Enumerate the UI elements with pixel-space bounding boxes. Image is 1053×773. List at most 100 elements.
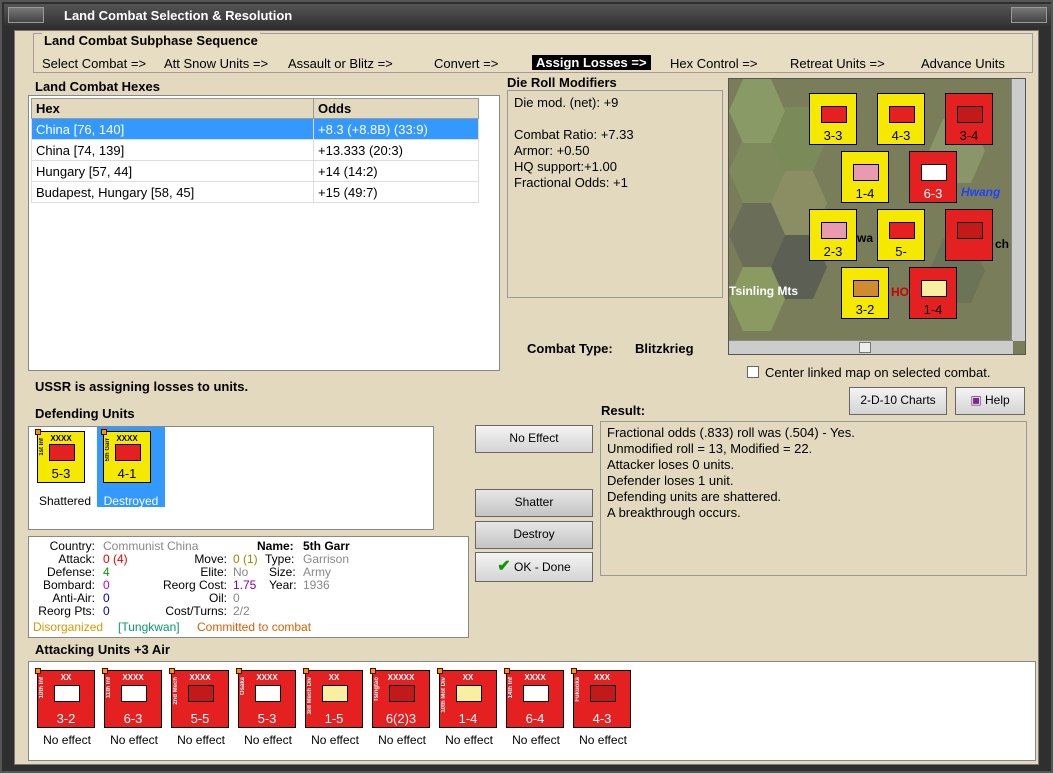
unit-name: 3rd Mech Div — [307, 677, 313, 715]
modifier-line: Die mod. (net): +9 — [514, 95, 619, 110]
step-retreat-units: Retreat Units => — [790, 56, 885, 71]
map-counter[interactable]: 4-3 — [877, 93, 925, 145]
window-close-button[interactable] — [1011, 7, 1047, 23]
attacking-unit-counter[interactable]: 11th Inf XXXX 6-3 — [102, 668, 162, 728]
ok-done-label: OK - Done — [514, 560, 571, 574]
hex-cell: Hungary [57, 44] — [31, 160, 314, 182]
map-counter[interactable]: 3-4 — [945, 93, 993, 145]
counter-strength: 3-2 — [855, 302, 875, 317]
attacking-unit-slot[interactable]: 11th Inf XXXX 6-3 No effect — [102, 668, 166, 756]
no-effect-button[interactable]: No Effect — [475, 425, 593, 453]
window-menu-button[interactable] — [8, 7, 44, 23]
unit-size: XXXX — [189, 673, 211, 682]
map-counter[interactable] — [945, 209, 993, 261]
defending-unit-slot[interactable]: 1st Inf XXXX 5-3 Shattered — [33, 429, 97, 511]
location-value: [Tungkwan] — [118, 620, 180, 634]
unit-type-icon — [389, 685, 415, 702]
help-label: Help — [985, 393, 1010, 407]
title-bar: Land Combat Selection & Resolution — [4, 4, 1051, 26]
window-title: Land Combat Selection & Resolution — [64, 8, 293, 23]
hex-row[interactable]: Budapest, Hungary [58, 45] +15 (49:7) — [31, 181, 479, 203]
unit-size: XXX — [593, 673, 610, 682]
hex-row[interactable]: China [74, 139] +13.333 (20:3) — [31, 139, 479, 161]
map-counter[interactable]: 1-4 — [841, 151, 889, 203]
attacking-unit-counter[interactable]: 3rd Mech Div XX 1-5 — [303, 668, 363, 728]
map-scroll-thumb[interactable] — [859, 342, 871, 353]
map-counter[interactable]: 5- — [877, 209, 925, 261]
shatter-button[interactable]: Shatter — [475, 489, 593, 517]
result-line: A breakthrough occurs. — [607, 505, 741, 520]
defending-unit-counter[interactable]: 1st Inf XXXX 5-3 — [35, 429, 85, 483]
map-counter[interactable]: 2-3 — [809, 209, 857, 261]
status-message: USSR is assigning losses to units. — [35, 379, 249, 394]
combat-type-value: Blitzkrieg — [635, 341, 694, 356]
odds-cell: +8.3 (+8.8B) (33:9) — [313, 118, 479, 140]
modifier-line: Fractional Odds: +1 — [514, 175, 628, 190]
unit-type-icon — [921, 164, 947, 181]
attacking-unit-slot[interactable]: 14th Inf XXXX 6-4 No effect — [504, 668, 568, 756]
unit-size: XXXX — [50, 434, 72, 443]
modifier-line — [514, 111, 716, 127]
unit-strength: 6(2)3 — [385, 711, 417, 726]
counter-strength: 2-3 — [823, 244, 843, 259]
destroy-button[interactable]: Destroy — [475, 521, 593, 549]
step-advance-units: Advance Units — [921, 56, 1005, 71]
charts-button[interactable]: 2-D-10 Charts — [849, 387, 947, 415]
attacking-unit-counter[interactable]: 10th Inf XX 3-2 — [35, 668, 95, 728]
unit-strength: 5-3 — [257, 711, 277, 726]
attacking-unit-slot[interactable]: 10th Inf XX 3-2 No effect — [35, 668, 99, 756]
linked-map[interactable]: 3-3 4-3 3-4 1-4 6-3 2-3 5- 3-2 1-4 Tsinl… — [728, 78, 1026, 355]
hex-cell: China [74, 139] — [31, 139, 314, 161]
map-counter[interactable]: 3-2 — [841, 267, 889, 319]
attacking-units-panel: 10th Inf XX 3-2 No effect 11th Inf XXXX 6-3 No … — [28, 661, 1036, 761]
attacking-unit-slot[interactable]: Fukuoka XXX 4-3 No effect — [571, 668, 635, 756]
defending-unit-status: Shattered — [38, 494, 92, 508]
cost-turns-label: Cost/Turns: — [165, 604, 227, 618]
attacking-unit-counter[interactable]: Osaka XXXX 5-3 — [236, 668, 296, 728]
attacking-unit-slot[interactable]: Tsingtao XXXXX 6(2)3 No effect — [370, 668, 434, 756]
unit-strength: 5-5 — [190, 711, 210, 726]
modifiers-heading: Die Roll Modifiers — [507, 75, 617, 90]
map-horizontal-scrollbar[interactable] — [729, 340, 1013, 354]
unit-strength: 4-3 — [592, 711, 612, 726]
result-line: Unmodified roll = 13, Modified = 22. — [607, 441, 813, 456]
center-map-checkbox[interactable] — [747, 366, 759, 378]
unit-type-icon — [957, 222, 983, 239]
column-hex[interactable]: Hex — [31, 98, 314, 119]
unit-size: XXXX — [256, 673, 278, 682]
attacking-unit-slot[interactable]: 3rd Mech Div XX 1-5 No effect — [303, 668, 367, 756]
unit-type-icon — [456, 685, 482, 702]
attack-extra: (4) — [113, 552, 128, 566]
map-label-river: Hwang — [961, 185, 1001, 199]
attacking-unit-slot[interactable]: 2nd Mech XXXX 5-5 No effect — [169, 668, 233, 756]
result-line: Defender loses 1 unit. — [607, 473, 734, 488]
attacking-unit-counter[interactable]: Fukuoka XXX 4-3 — [571, 668, 631, 728]
attacking-unit-counter[interactable]: 2nd Mech XXXX 5-5 — [169, 668, 229, 728]
counter-strength: 1-4 — [855, 186, 875, 201]
defending-unit-slot-selected[interactable]: 5th Garr XXXX 4-1 Destroyed — [97, 427, 165, 508]
modifier-line: HQ support:+1.00 — [514, 159, 617, 174]
map-counter[interactable]: 1-4 — [909, 267, 957, 319]
map-counter[interactable]: 6-3 — [909, 151, 957, 203]
odds-cell: +13.333 (20:3) — [313, 139, 479, 161]
help-button[interactable]: ▣ Help — [955, 387, 1025, 415]
attacking-heading: Attacking Units +3 Air — [35, 642, 170, 657]
map-label-city-2: ch — [995, 237, 1010, 251]
hex-row[interactable]: Hungary [57, 44] +14 (14:2) — [31, 160, 479, 182]
defending-unit-counter[interactable]: 5th Garr XXXX 4-1 — [101, 429, 151, 483]
attacking-unit-slot[interactable]: 10th Mot Div XX 1-4 No effect — [437, 668, 501, 756]
attacking-unit-counter[interactable]: 14th Inf XXXX 6-4 — [504, 668, 564, 728]
unit-name: 10th Mot Div — [441, 677, 447, 713]
hex-row[interactable]: China [76, 140] +8.3 (+8.8B) (33:9) — [31, 118, 479, 140]
map-counter[interactable]: 3-3 — [809, 93, 857, 145]
attacking-unit-counter[interactable]: Tsingtao XXXXX 6(2)3 — [370, 668, 430, 728]
attacking-unit-counter[interactable]: 10th Mot Div XX 1-4 — [437, 668, 497, 728]
unit-strength: 6-4 — [525, 711, 545, 726]
ok-done-button[interactable]: ✔ OK - Done — [475, 552, 593, 582]
attacking-unit-slot[interactable]: Osaka XXXX 5-3 No effect — [236, 668, 300, 756]
step-hex-control: Hex Control => — [670, 56, 758, 71]
map-vertical-scrollbar[interactable] — [1011, 79, 1025, 341]
unit-type-icon — [889, 106, 915, 123]
attacking-unit-status: No effect — [244, 733, 292, 747]
column-odds[interactable]: Odds — [313, 98, 479, 119]
